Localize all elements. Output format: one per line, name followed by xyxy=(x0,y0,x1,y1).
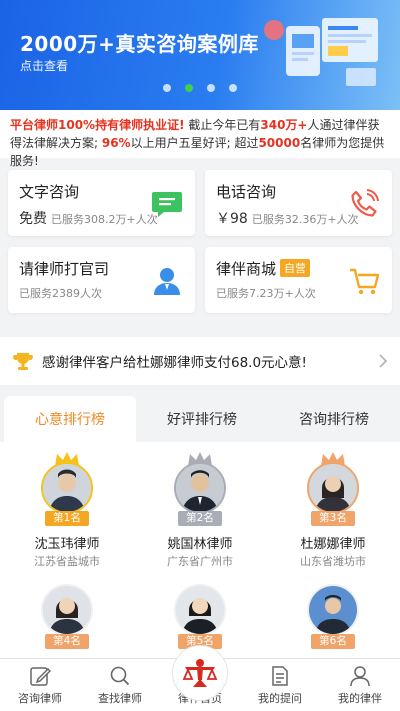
lawyer-card[interactable]: 第3名 杜娜娜律师 山东省潍坊市 xyxy=(273,450,393,576)
notice-highlight: 平台律师100%持有律师执业证! xyxy=(10,118,185,132)
platform-notice: 平台律师100%持有律师执业证! 截止今年已有340万+人通过律伴获得法律解决方… xyxy=(0,110,400,168)
avatar xyxy=(41,584,93,636)
lawyer-card[interactable]: 第6名 xyxy=(273,578,393,658)
rank-badge: 第3名 xyxy=(311,511,355,526)
rank-badge: 第2名 xyxy=(178,511,222,526)
service-title: 请律师打官司 xyxy=(19,260,110,278)
lawyer-location: 广东省广州市 xyxy=(167,555,233,568)
document-icon xyxy=(272,666,288,686)
avatar xyxy=(307,584,359,636)
service-desc: ￥98 已服务32.36万+人次 xyxy=(216,208,359,228)
rank-badge: 第4名 xyxy=(45,634,89,649)
rank-badge: 第6名 xyxy=(311,634,355,649)
nav-label: 我的提问 xyxy=(258,692,302,705)
lawyer-name: 姚国林律师 xyxy=(167,537,233,552)
service-desc: 免费 已服务308.2万+人次 xyxy=(19,208,158,228)
service-card-text-consult[interactable]: 文字咨询 免费 已服务308.2万+人次 xyxy=(8,170,195,236)
banner-subtitle[interactable]: 点击查看 xyxy=(20,57,68,74)
notice-text: 以上用户五星好评; 超过 xyxy=(130,136,259,150)
lawyer-location: 江苏省盐城市 xyxy=(34,555,100,568)
nav-consult-lawyer[interactable]: 咨询律师 xyxy=(0,659,80,711)
avatar xyxy=(307,462,359,514)
service-count: 已服务2389人次 xyxy=(19,287,102,300)
carousel-dot[interactable] xyxy=(163,84,171,92)
edit-icon xyxy=(30,667,51,686)
avatar xyxy=(174,584,226,636)
self-operated-badge: 自营 xyxy=(280,259,311,277)
nav-my-account[interactable]: 我的律伴 xyxy=(320,659,400,711)
service-title: 文字咨询 xyxy=(19,183,80,201)
banner-carousel[interactable]: 2000万+真实咨询案例库 点击查看 xyxy=(0,0,400,110)
service-count: 已服务32.36万+人次 xyxy=(251,213,359,226)
service-count: 已服务308.2万+人次 xyxy=(51,213,158,226)
nav-home[interactable]: 律伴首页 xyxy=(160,645,240,711)
service-desc: 已服务2389人次 xyxy=(19,285,102,301)
service-card-mall[interactable]: 律伴商城 自营 已服务7.23万+人次 xyxy=(205,247,392,313)
nav-label: 咨询律师 xyxy=(18,692,62,705)
nav-find-lawyer[interactable]: 查找律师 xyxy=(80,659,160,711)
carousel-dot-active[interactable] xyxy=(185,84,193,92)
chat-icon xyxy=(152,192,182,217)
lawyer-name: 杜娜娜律师 xyxy=(300,537,366,552)
tab-consult-ranking[interactable]: 咨询排行榜 xyxy=(268,396,400,442)
lawyer-name: 沈玉玮律师 xyxy=(34,537,100,552)
home-logo-ring xyxy=(172,645,228,701)
phone-icon xyxy=(351,189,379,217)
banner-title: 2000万+真实咨询案例库 xyxy=(20,32,259,56)
thanks-text: 感谢律伴客户给杜娜娜律师支付68.0元心意! xyxy=(42,355,307,371)
lawyer-icon xyxy=(154,268,180,295)
lawyer-card[interactable]: 第1名 沈玉玮律师 江苏省盐城市 xyxy=(7,450,127,576)
bottom-navigation: 咨询律师 查找律师 律伴首页 我的提问 xyxy=(0,645,400,711)
nav-label: 查找律师 xyxy=(98,692,142,705)
lawyer-location: 山东省潍坊市 xyxy=(300,555,366,568)
avatar xyxy=(41,462,93,514)
home-logo-icon xyxy=(182,659,218,687)
cart-icon xyxy=(350,268,380,295)
thanks-ticker[interactable]: 感谢律伴客户给杜娜娜律师支付68.0元心意! xyxy=(0,337,400,385)
carousel-dot[interactable] xyxy=(229,84,237,92)
lawyer-card[interactable]: 第2名 姚国林律师 广东省广州市 xyxy=(140,450,260,576)
trophy-icon xyxy=(13,353,33,370)
lawyer-card[interactable]: 第4名 xyxy=(7,578,127,658)
tab-gratitude-ranking[interactable]: 心意排行榜 xyxy=(4,396,136,442)
service-title: 律伴商城 自营 xyxy=(216,258,311,279)
notice-number: 340万+ xyxy=(260,118,308,132)
user-icon xyxy=(350,666,370,687)
service-price: ￥98 xyxy=(216,211,248,227)
notice-number: 50000 xyxy=(258,136,301,150)
chevron-right-icon[interactable] xyxy=(378,353,388,369)
banner-illustration-icon xyxy=(264,18,378,86)
avatar xyxy=(174,462,226,514)
carousel-dots[interactable] xyxy=(0,84,400,92)
service-count: 已服务7.23万+人次 xyxy=(216,287,316,300)
ranking-list: 第1名 沈玉玮律师 江苏省盐城市 第2名 姚国林律师 广东省广州市 第3名 杜娜… xyxy=(0,442,400,658)
service-title-text: 律伴商城 xyxy=(216,260,277,278)
rank-badge: 第1名 xyxy=(45,511,89,526)
service-card-hire-lawyer[interactable]: 请律师打官司 已服务2389人次 xyxy=(8,247,195,313)
nav-label: 我的律伴 xyxy=(338,692,382,705)
notice-text: 截止今年已有 xyxy=(184,118,261,132)
service-title: 电话咨询 xyxy=(216,183,277,201)
tab-rating-ranking[interactable]: 好评排行榜 xyxy=(136,396,268,442)
service-price: 免费 xyxy=(19,211,47,227)
carousel-dot[interactable] xyxy=(207,84,215,92)
search-icon xyxy=(110,666,130,686)
service-card-phone-consult[interactable]: 电话咨询 ￥98 已服务32.36万+人次 xyxy=(205,170,392,236)
service-desc: 已服务7.23万+人次 xyxy=(216,285,316,301)
notice-number: 96% xyxy=(101,136,131,150)
nav-my-questions[interactable]: 我的提问 xyxy=(240,659,320,711)
ranking-tabs: 心意排行榜 好评排行榜 咨询排行榜 xyxy=(0,396,400,442)
